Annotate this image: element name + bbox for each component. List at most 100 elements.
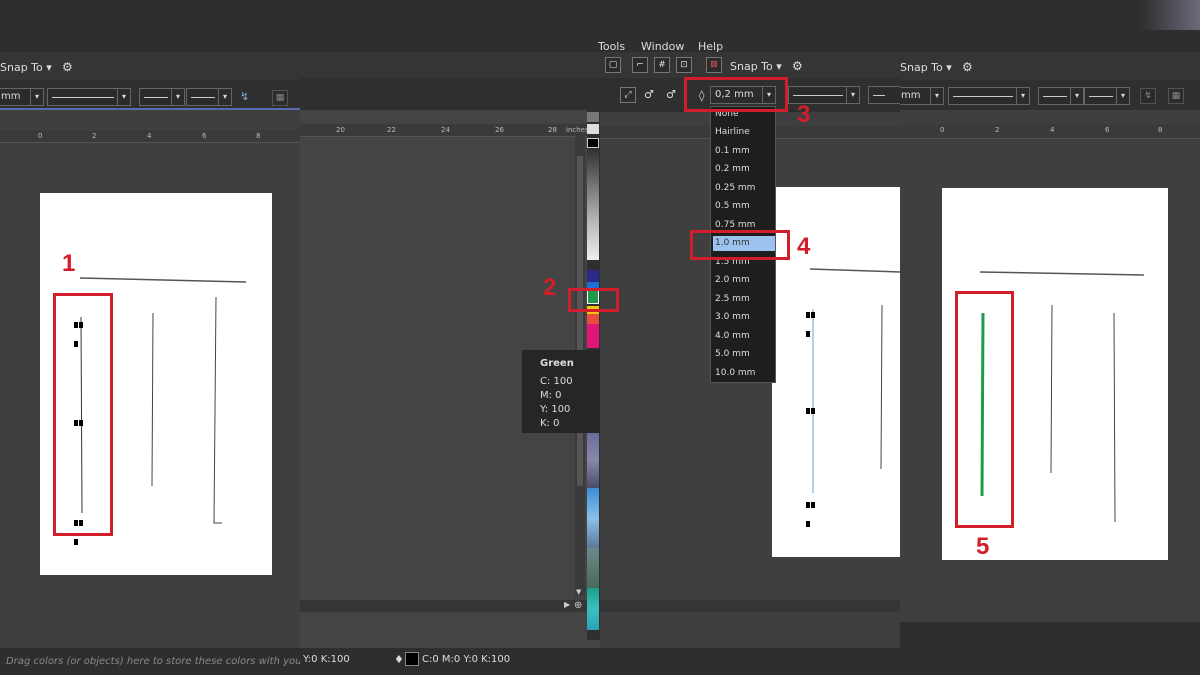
tooltip-k: K: 0 <box>540 418 560 429</box>
selection-handle-middle-mid[interactable] <box>806 399 820 414</box>
middle-line-right[interactable] <box>1050 304 1053 474</box>
property-bar-blank <box>300 78 600 110</box>
grid-icon[interactable]: # <box>654 57 670 73</box>
middle-line[interactable] <box>151 312 154 487</box>
horizontal-line-right[interactable] <box>979 271 1145 276</box>
swatch-navy[interactable] <box>587 270 599 282</box>
page-drawing-mid <box>809 268 900 493</box>
tooltip-m: M: 0 <box>540 390 562 401</box>
swatch-violets[interactable] <box>587 432 599 488</box>
toolbar-blank <box>300 52 600 78</box>
end-arrow-dropdown-right[interactable]: ▾ <box>1084 87 1130 105</box>
step-number-5: 5 <box>976 533 990 560</box>
panel-step-5: Snap To ▾ ⚙ mm ▾ ▾ ▾ ▾ ↯ ▦ 0 2 4 6 8 <box>900 52 1200 675</box>
outline-color-readout: C:0 M:0 Y:0 K:100 <box>422 654 511 665</box>
right-line-mid[interactable] <box>880 304 883 470</box>
step-number-2: 2 <box>543 274 557 301</box>
tooltip-title: Green <box>540 358 574 369</box>
width-option[interactable]: 3.0 mm <box>715 312 750 322</box>
node-edit-icon[interactable]: ⤢ <box>620 87 636 103</box>
step-number-1: 1 <box>62 250 76 277</box>
annotation-box-4 <box>690 230 790 260</box>
snap-to-dropdown[interactable]: Snap To ▾ <box>0 61 52 74</box>
disabled-tool-icon-right: ▦ <box>1168 88 1184 104</box>
status-bar-right <box>600 648 900 675</box>
line-style-dropdown-right[interactable]: ▾ <box>948 87 1030 105</box>
outline-pen-icon: ♦ <box>394 653 404 666</box>
curve-edit-icon[interactable]: ↯ <box>240 90 249 103</box>
selection-handle-bottom-mid[interactable] <box>806 493 820 527</box>
start-point-icon[interactable]: ♂ <box>644 88 654 101</box>
annotation-box-2 <box>568 288 619 312</box>
width-option[interactable]: Hairline <box>715 127 750 137</box>
units-dropdown-right[interactable]: mm ▾ <box>900 87 944 105</box>
right-line[interactable] <box>213 296 222 524</box>
far-line-right[interactable] <box>1113 312 1116 523</box>
snap-to-dropdown-right[interactable]: Snap To ▾ <box>900 61 952 74</box>
outline-color-swatch[interactable] <box>405 652 419 666</box>
width-option[interactable]: 5.0 mm <box>715 349 750 359</box>
gear-icon-mid[interactable]: ⚙ <box>792 59 803 73</box>
width-option[interactable]: 2.5 mm <box>715 294 750 304</box>
end-point-icon[interactable]: ♂ <box>666 88 676 101</box>
swatch-red[interactable] <box>587 314 599 324</box>
swatch-sky[interactable] <box>587 488 599 548</box>
no-color-swatch[interactable] <box>587 124 599 134</box>
eyedropper-icon[interactable] <box>587 112 599 122</box>
scroll-down-icon[interactable]: ▼ <box>576 588 581 596</box>
horizontal-ruler: 0 2 4 6 8 <box>0 130 300 143</box>
scroll-right-icon[interactable]: ▶ <box>564 600 570 609</box>
selection-handle-top-mid[interactable] <box>806 303 820 337</box>
width-option[interactable]: 4.0 mm <box>715 331 750 341</box>
horizontal-ruler-mid: 20 22 24 26 28 inches <box>300 124 600 137</box>
guidelines-icon[interactable]: ⊡ <box>676 57 692 73</box>
annotation-box-3 <box>684 77 788 112</box>
drawing-page-mid <box>772 187 900 557</box>
tooltip-c: C: 100 <box>540 376 573 387</box>
horizontal-line-mid[interactable] <box>809 268 900 273</box>
annotation-box-1 <box>53 293 113 536</box>
fill-color-readout: Y:0 K:100 <box>303 654 350 665</box>
width-option[interactable]: 2.0 mm <box>715 275 750 285</box>
color-tooltip: Green C: 100 M: 0 Y: 100 K: 0 <box>522 350 602 433</box>
gear-icon[interactable]: ⚙ <box>62 60 73 74</box>
width-option[interactable]: 0.2 mm <box>715 164 750 174</box>
width-option[interactable]: 0.75 mm <box>715 220 755 230</box>
units-dropdown[interactable]: mm ▾ <box>0 88 44 106</box>
tooltip-y: Y: 100 <box>540 404 571 415</box>
gear-icon-right[interactable]: ⚙ <box>962 60 973 74</box>
ruler-highlight <box>0 108 300 110</box>
horizontal-ruler-far-right: 0 2 4 6 8 <box>900 124 1200 139</box>
snap-to-dropdown-mid[interactable]: Snap To ▾ <box>730 60 782 73</box>
width-option[interactable]: 0.25 mm <box>715 183 755 193</box>
horizontal-scrollbar-mid[interactable] <box>600 600 900 612</box>
swatch-black[interactable] <box>587 138 599 148</box>
horizontal-scrollbar[interactable] <box>300 600 600 612</box>
annotation-box-5 <box>955 291 1014 528</box>
horizontal-line[interactable] <box>79 277 247 283</box>
fullscreen-icon[interactable]: ▢ <box>605 57 621 73</box>
snap-off-icon[interactable]: ⊠ <box>706 57 722 73</box>
swatch-teals[interactable] <box>587 588 599 630</box>
width-option[interactable]: 0.1 mm <box>715 146 750 156</box>
status-bar-far-right <box>900 622 1200 675</box>
zoom-icon[interactable]: ⊕ <box>574 600 582 611</box>
swatch-magenta[interactable] <box>587 324 599 348</box>
palette-scroll-thumb[interactable] <box>577 156 583 486</box>
end-arrow-dropdown[interactable]: ▾ <box>186 88 232 106</box>
step-number-4: 4 <box>797 233 811 260</box>
arrow-dropdown-mid[interactable] <box>868 86 900 104</box>
rulers-icon[interactable]: ⌐ <box>632 57 648 73</box>
window-glare <box>1140 0 1200 30</box>
step-number-3: 3 <box>797 101 811 128</box>
disabled-curve-icon: ↯ <box>1140 88 1156 104</box>
width-option[interactable]: 10.0 mm <box>715 368 755 378</box>
panel-step-1: Snap To ▾ ⚙ mm ▾ ▾ ▾ ▾ ↯ ▦ 0 2 4 6 8 Drag… <box>0 52 300 675</box>
line-style-dropdown[interactable]: ▾ <box>47 88 131 106</box>
start-arrow-dropdown-right[interactable]: ▾ <box>1038 87 1084 105</box>
drag-colors-hint: Drag colors (or objects) here to store t… <box>6 656 300 667</box>
swatch-grays[interactable] <box>587 150 599 260</box>
start-arrow-dropdown[interactable]: ▾ <box>139 88 185 106</box>
width-option[interactable]: 0.5 mm <box>715 201 750 211</box>
swatch-slate[interactable] <box>587 548 599 588</box>
